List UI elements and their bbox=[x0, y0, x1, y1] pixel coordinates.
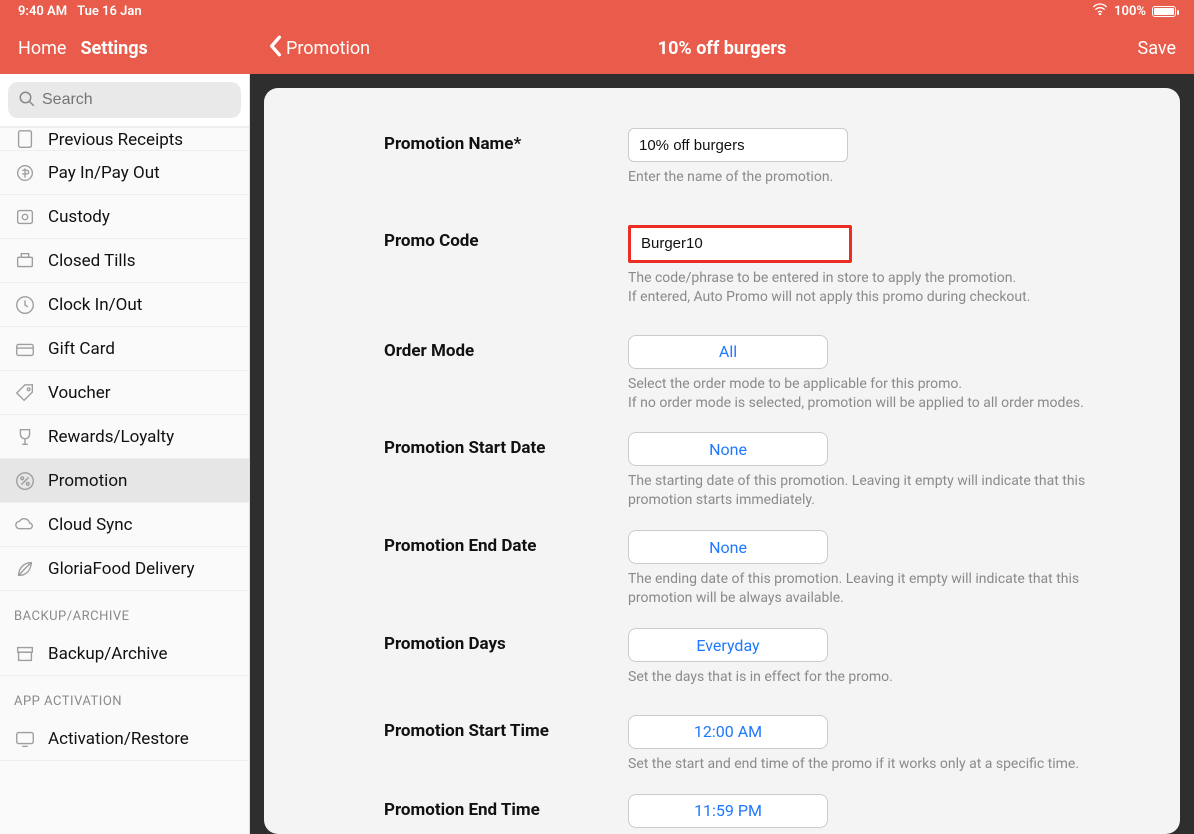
search-input[interactable] bbox=[8, 82, 241, 118]
sidebar-section-activation: APP ACTIVATION bbox=[0, 676, 249, 717]
promo-code-input[interactable] bbox=[628, 225, 852, 263]
start-date-hint: The starting date of this promotion. Lea… bbox=[628, 472, 1088, 510]
days-button[interactable]: Everyday bbox=[628, 628, 828, 662]
sidebar-item-label: Clock In/Out bbox=[48, 295, 142, 315]
days-hint: Set the days that is in effect for the p… bbox=[628, 668, 1088, 687]
search-icon bbox=[18, 90, 36, 108]
shield-icon bbox=[14, 206, 36, 228]
sidebar-item-label: Gift Card bbox=[48, 339, 115, 359]
battery-text: 100% bbox=[1114, 4, 1146, 19]
nav-settings[interactable]: Settings bbox=[80, 38, 147, 59]
archive-icon bbox=[14, 643, 36, 665]
sidebar-item-gloriafood[interactable]: GloriaFood Delivery bbox=[0, 547, 249, 591]
promotion-name-hint: Enter the name of the promotion. bbox=[628, 168, 1088, 187]
save-button[interactable]: Save bbox=[1138, 38, 1177, 59]
status-date: Tue 16 Jan bbox=[77, 4, 142, 19]
cloud-icon bbox=[14, 514, 36, 536]
order-mode-label: Order Mode bbox=[384, 335, 604, 413]
wifi-icon bbox=[1092, 3, 1108, 19]
page-title: 10% off burgers bbox=[250, 38, 1194, 59]
sidebar-item-label: GloriaFood Delivery bbox=[48, 559, 195, 579]
sidebar-section-backup: BACKUP/ARCHIVE bbox=[0, 591, 249, 632]
clock-icon bbox=[14, 294, 36, 316]
sidebar-item-label: Rewards/Loyalty bbox=[48, 427, 174, 447]
sidebar-item-previous-receipts[interactable]: Previous Receipts bbox=[0, 127, 249, 151]
tag-icon bbox=[14, 382, 36, 404]
promotion-name-input[interactable] bbox=[628, 128, 848, 162]
sidebar-item-label: Backup/Archive bbox=[48, 644, 168, 664]
status-bar: 9:40 AM Tue 16 Jan 100% bbox=[0, 0, 1194, 22]
end-date-button[interactable]: None bbox=[628, 530, 828, 564]
promotion-name-label: Promotion Name* bbox=[384, 128, 604, 187]
sidebar-item-custody[interactable]: Custody bbox=[0, 195, 249, 239]
sidebar-item-backup[interactable]: Backup/Archive bbox=[0, 632, 249, 676]
sidebar-item-label: Closed Tills bbox=[48, 251, 135, 271]
form-card: Promotion Name* Enter the name of the pr… bbox=[264, 88, 1180, 834]
order-mode-button[interactable]: All bbox=[628, 335, 828, 369]
sidebar-item-voucher[interactable]: Voucher bbox=[0, 371, 249, 415]
gift-icon bbox=[14, 338, 36, 360]
days-label: Promotion Days bbox=[384, 628, 604, 687]
top-bar: Home Settings Promotion 10% off burgers … bbox=[0, 22, 1194, 74]
sidebar-item-label: Voucher bbox=[48, 383, 111, 403]
end-time-button[interactable]: 11:59 PM bbox=[628, 794, 828, 828]
percent-icon bbox=[14, 470, 36, 492]
sidebar-item-label: Previous Receipts bbox=[48, 130, 183, 150]
promo-code-hint: The code/phrase to be entered in store t… bbox=[628, 269, 1088, 307]
sidebar-item-label: Activation/Restore bbox=[48, 729, 189, 749]
back-button[interactable]: Promotion bbox=[268, 35, 370, 62]
chevron-left-icon bbox=[268, 35, 282, 62]
leaf-icon bbox=[14, 558, 36, 580]
start-time-hint: Set the start and end time of the promo … bbox=[628, 755, 1088, 774]
sidebar-item-activation[interactable]: Activation/Restore bbox=[0, 717, 249, 761]
sidebar-item-gift-card[interactable]: Gift Card bbox=[0, 327, 249, 371]
nav-home[interactable]: Home bbox=[18, 38, 66, 59]
back-label: Promotion bbox=[286, 38, 370, 59]
sidebar-item-pay-in-out[interactable]: Pay In/Pay Out bbox=[0, 151, 249, 195]
sidebar-item-clock[interactable]: Clock In/Out bbox=[0, 283, 249, 327]
start-date-button[interactable]: None bbox=[628, 432, 828, 466]
receipt-icon bbox=[14, 128, 36, 150]
sidebar-item-label: Pay In/Pay Out bbox=[48, 163, 160, 183]
sidebar-item-label: Promotion bbox=[48, 471, 127, 491]
sidebar-item-label: Custody bbox=[48, 207, 110, 227]
sidebar-item-rewards[interactable]: Rewards/Loyalty bbox=[0, 415, 249, 459]
battery-icon bbox=[1152, 6, 1176, 17]
sidebar-item-closed-tills[interactable]: Closed Tills bbox=[0, 239, 249, 283]
sidebar: Previous Receipts Pay In/Pay Out Custody… bbox=[0, 74, 250, 834]
end-time-label: Promotion End Time bbox=[384, 794, 604, 834]
sidebar-item-cloud-sync[interactable]: Cloud Sync bbox=[0, 503, 249, 547]
start-time-label: Promotion Start Time bbox=[384, 715, 604, 774]
sidebar-item-promotion[interactable]: Promotion bbox=[0, 459, 249, 503]
cash-icon bbox=[14, 162, 36, 184]
start-time-button[interactable]: 12:00 AM bbox=[628, 715, 828, 749]
end-date-label: Promotion End Date bbox=[384, 530, 604, 608]
start-date-label: Promotion Start Date bbox=[384, 432, 604, 510]
sidebar-item-label: Cloud Sync bbox=[48, 515, 133, 535]
monitor-icon bbox=[14, 728, 36, 750]
promo-code-label: Promo Code bbox=[384, 225, 604, 307]
trophy-icon bbox=[14, 426, 36, 448]
register-icon bbox=[14, 250, 36, 272]
order-mode-hint: Select the order mode to be applicable f… bbox=[628, 375, 1088, 413]
status-time: 9:40 AM bbox=[18, 4, 67, 19]
end-date-hint: The ending date of this promotion. Leavi… bbox=[628, 570, 1088, 608]
main-area: Promotion Name* Enter the name of the pr… bbox=[250, 74, 1194, 834]
